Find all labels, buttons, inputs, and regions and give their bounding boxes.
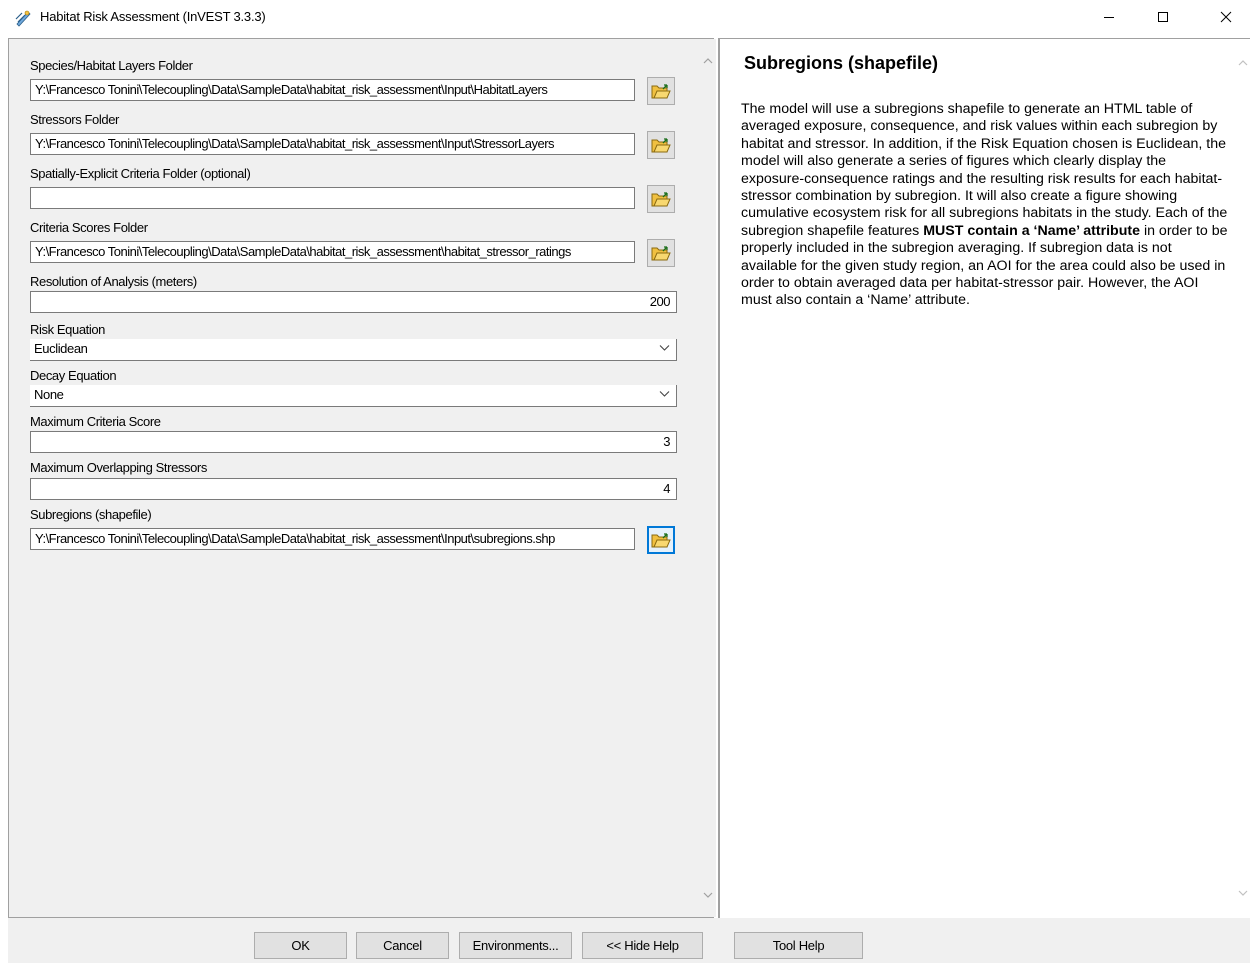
criteria-folder-label: Spatially-Explicit Criteria Folder (opti… bbox=[30, 166, 251, 181]
stressors-label: Stressors Folder bbox=[30, 112, 119, 127]
help-text-bold: MUST contain a ‘Name’ attribute bbox=[923, 222, 1140, 239]
invest-app-icon bbox=[15, 10, 31, 27]
folder-open-icon bbox=[651, 137, 671, 152]
chevron-down-icon bbox=[659, 345, 670, 351]
minimize-icon bbox=[1104, 17, 1114, 18]
close-button[interactable] bbox=[1203, 0, 1249, 34]
risk-equation-value: Euclidean bbox=[34, 341, 88, 356]
folder-open-icon bbox=[651, 191, 671, 206]
environments-button[interactable]: Environments... bbox=[459, 932, 572, 959]
help-scrollbar[interactable] bbox=[1234, 39, 1250, 917]
stressors-input[interactable]: Y:\Francesco Tonini\Telecoupling\Data\Sa… bbox=[30, 133, 635, 155]
decay-equation-label: Decay Equation bbox=[30, 368, 117, 383]
max-criteria-score-label: Maximum Criteria Score bbox=[30, 414, 161, 429]
subregions-label: Subregions (shapefile) bbox=[30, 507, 152, 522]
resolution-label: Resolution of Analysis (meters) bbox=[30, 274, 197, 289]
cancel-button[interactable]: Cancel bbox=[356, 932, 449, 959]
tool-help-button[interactable]: Tool Help bbox=[734, 932, 863, 959]
close-icon bbox=[1220, 11, 1232, 23]
decay-equation-value: None bbox=[34, 387, 64, 402]
maximize-icon bbox=[1158, 12, 1168, 22]
chevron-down-icon[interactable] bbox=[703, 891, 713, 899]
decay-equation-select[interactable]: None bbox=[30, 385, 677, 407]
parameters-scrollbar[interactable] bbox=[700, 39, 716, 917]
maximize-button[interactable] bbox=[1140, 0, 1186, 34]
criteria-scores-label: Criteria Scores Folder bbox=[30, 220, 148, 235]
folder-open-icon bbox=[651, 245, 671, 260]
stressors-browse-button[interactable] bbox=[647, 131, 675, 159]
max-overlapping-stressors-input[interactable]: 4 bbox=[30, 478, 677, 500]
minimize-button[interactable] bbox=[1086, 0, 1132, 34]
parameters-panel: Species/Habitat Layers Folder Y:\Frances… bbox=[8, 38, 716, 918]
button-bar: OK Cancel Environments... << Hide Help T… bbox=[8, 918, 1250, 963]
folder-open-icon bbox=[651, 532, 671, 547]
habitat-layers-label: Species/Habitat Layers Folder bbox=[30, 58, 193, 73]
chevron-up-icon[interactable] bbox=[1238, 59, 1248, 67]
title-bar: Habitat Risk Assessment (InVEST 3.3.3) bbox=[0, 0, 1250, 34]
habitat-layers-input[interactable]: Y:\Francesco Tonini\Telecoupling\Data\Sa… bbox=[30, 79, 635, 101]
help-text: The model will use a subregions shapefil… bbox=[741, 101, 1231, 310]
risk-equation-select[interactable]: Euclidean bbox=[30, 339, 677, 361]
ok-button[interactable]: OK bbox=[254, 932, 347, 959]
chevron-down-icon[interactable] bbox=[1238, 889, 1248, 897]
folder-open-icon bbox=[651, 83, 671, 98]
chevron-up-icon[interactable] bbox=[703, 57, 713, 65]
window-title: Habitat Risk Assessment (InVEST 3.3.3) bbox=[40, 9, 266, 24]
criteria-scores-input[interactable]: Y:\Francesco Tonini\Telecoupling\Data\Sa… bbox=[30, 241, 635, 263]
max-overlapping-stressors-label: Maximum Overlapping Stressors bbox=[30, 460, 207, 475]
chevron-down-icon bbox=[659, 391, 670, 397]
criteria-folder-input[interactable] bbox=[30, 187, 635, 209]
risk-equation-label: Risk Equation bbox=[30, 322, 106, 337]
help-title: Subregions (shapefile) bbox=[744, 53, 939, 73]
help-text-part-1: The model will use a subregions shapefil… bbox=[741, 101, 1228, 239]
resolution-input[interactable]: 200 bbox=[30, 291, 677, 313]
subregions-input[interactable]: Y:\Francesco Tonini\Telecoupling\Data\Sa… bbox=[30, 528, 635, 550]
max-criteria-score-input[interactable]: 3 bbox=[30, 431, 677, 453]
hide-help-button[interactable]: << Hide Help bbox=[582, 932, 703, 959]
habitat-layers-browse-button[interactable] bbox=[647, 77, 675, 105]
subregions-browse-button[interactable] bbox=[647, 526, 675, 554]
criteria-folder-browse-button[interactable] bbox=[647, 185, 675, 213]
help-panel: Subregions (shapefile) The model will us… bbox=[718, 38, 1250, 918]
criteria-scores-browse-button[interactable] bbox=[647, 239, 675, 267]
